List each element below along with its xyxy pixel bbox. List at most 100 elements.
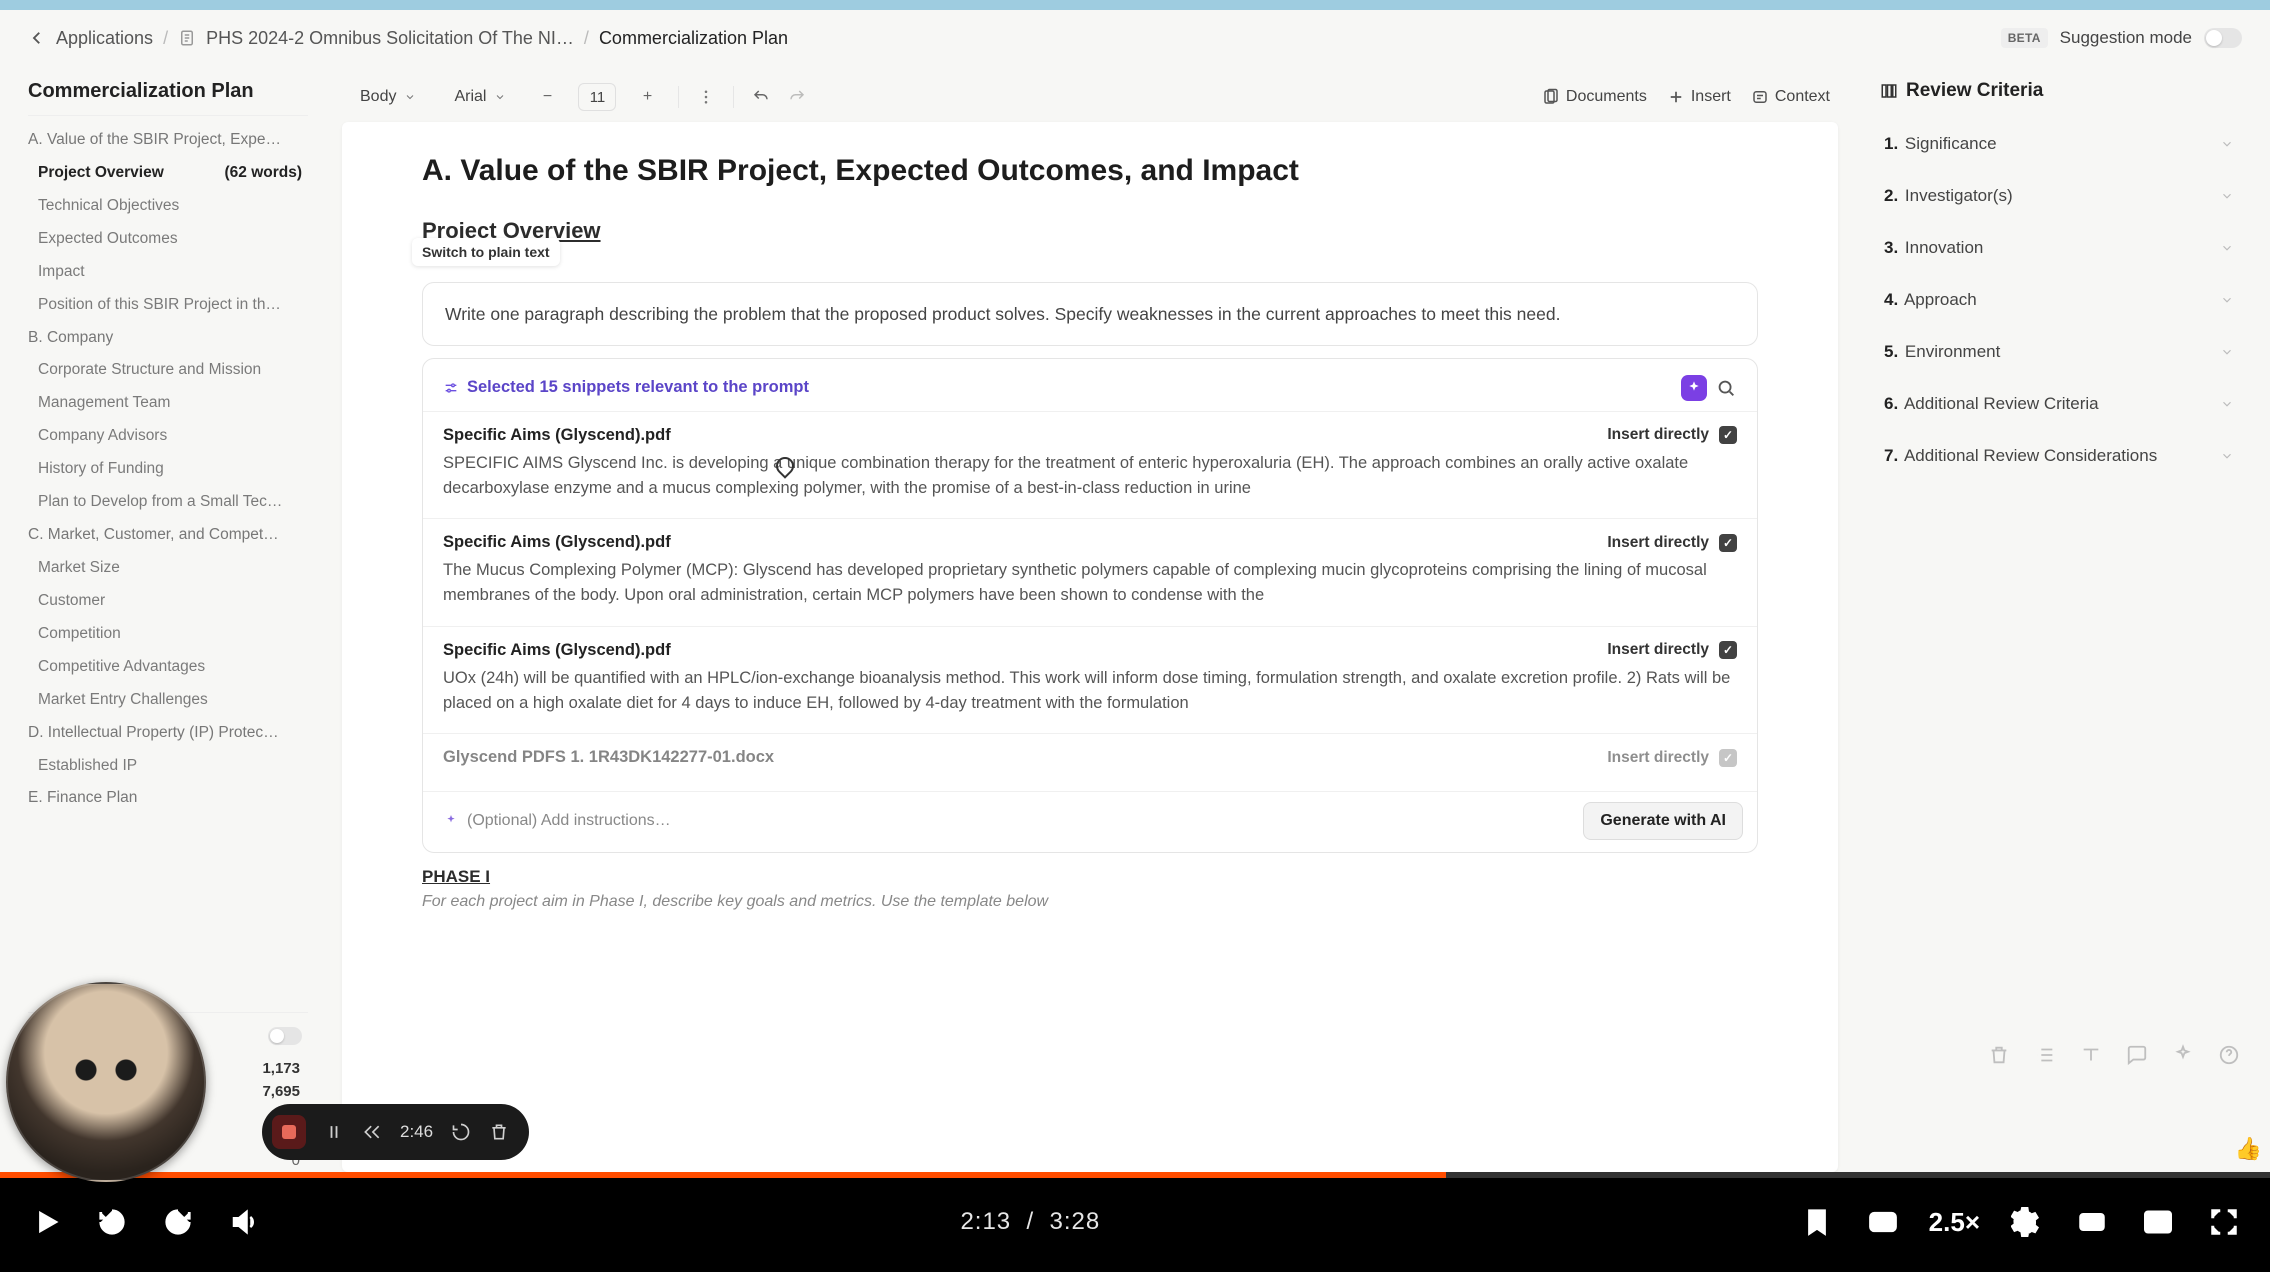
fullscreen-button[interactable] xyxy=(2204,1202,2244,1242)
snippet-filename: Specific Aims (Glyscend).pdf xyxy=(443,426,671,445)
snippet-body: UOx (24h) will be quantified with an HPL… xyxy=(443,666,1737,716)
switch-plain-text-button[interactable]: Switch to plain text xyxy=(412,238,560,266)
breadcrumb-current: Commercialization Plan xyxy=(599,28,788,49)
style-select[interactable]: Body xyxy=(350,84,426,110)
font-select[interactable]: Arial xyxy=(444,84,516,110)
svg-text:CC: CC xyxy=(1874,1218,1890,1230)
insert-directly-label[interactable]: Insert directly xyxy=(1607,426,1709,444)
snippet-checkbox[interactable]: ✓ xyxy=(1719,749,1737,767)
outline-item[interactable]: Market Size xyxy=(28,552,308,585)
faded-bottom-tools xyxy=(1988,1044,2240,1066)
back-icon[interactable] xyxy=(28,29,46,47)
comment-icon[interactable] xyxy=(2126,1044,2148,1066)
recorder-rewind-icon[interactable] xyxy=(362,1122,382,1142)
snippet-body: The Mucus Complexing Polymer (MCP): Glys… xyxy=(443,558,1737,608)
outline-item[interactable]: Established IP xyxy=(28,750,308,783)
settings-button[interactable] xyxy=(2006,1202,2046,1242)
presenter-avatar xyxy=(6,982,206,1182)
breadcrumb-solicitation[interactable]: PHS 2024-2 Omnibus Solicitation Of The N… xyxy=(206,28,574,49)
add-instructions-input[interactable]: (Optional) Add instructions… xyxy=(443,812,671,830)
outline-item[interactable]: A. Value of the SBIR Project, Expe… xyxy=(28,124,308,157)
redo-button[interactable] xyxy=(788,88,806,106)
insert-directly-label[interactable]: Insert directly xyxy=(1607,641,1709,659)
playback-speed[interactable]: 2.5× xyxy=(1929,1207,1980,1238)
thumbs-up-icon[interactable]: 👍 xyxy=(2235,1136,2262,1162)
outline-item[interactable]: Plan to Develop from a Small Tec… xyxy=(28,486,308,519)
recorder-delete-icon[interactable] xyxy=(489,1122,509,1142)
breadcrumb-applications[interactable]: Applications xyxy=(56,28,153,49)
snippet[interactable]: Specific Aims (Glyscend).pdf Insert dire… xyxy=(423,626,1757,734)
columns-icon xyxy=(1880,82,1898,100)
generate-with-ai-button[interactable]: Generate with AI xyxy=(1583,802,1743,840)
theater-button[interactable] xyxy=(2072,1202,2112,1242)
outline-item[interactable]: E. Finance Plan xyxy=(28,782,308,815)
captions-button[interactable]: CC xyxy=(1863,1202,1903,1242)
trash-icon[interactable] xyxy=(1988,1044,2010,1066)
outline-item[interactable]: Management Team xyxy=(28,387,308,420)
insert-directly-label[interactable]: Insert directly xyxy=(1607,534,1709,552)
font-size-input[interactable]: 11 xyxy=(578,83,616,111)
more-menu-icon[interactable] xyxy=(697,88,715,106)
snippet[interactable]: Glyscend PDFS 1. 1R43DK142277-01.docx In… xyxy=(423,733,1757,791)
review-criterion[interactable]: 5. Environment xyxy=(1880,326,2238,378)
outline-item[interactable]: Impact xyxy=(28,256,308,289)
text-icon[interactable] xyxy=(2080,1044,2102,1066)
outline-item[interactable]: C. Market, Customer, and Compet… xyxy=(28,519,308,552)
recorder-restart-icon[interactable] xyxy=(451,1122,471,1142)
list-icon[interactable] xyxy=(2034,1044,2056,1066)
snippet-checkbox[interactable]: ✓ xyxy=(1719,534,1737,552)
review-criterion[interactable]: 3. Innovation xyxy=(1880,222,2238,274)
beta-badge: BETA xyxy=(2001,28,2048,48)
font-size-decrease[interactable]: − xyxy=(534,84,560,110)
snippet-search-icon[interactable] xyxy=(1715,377,1737,399)
context-button[interactable]: Context xyxy=(1751,88,1830,106)
outline-item[interactable]: B. Company xyxy=(28,322,308,355)
prompt-card[interactable]: Write one paragraph describing the probl… xyxy=(422,282,1758,346)
review-criterion[interactable]: 1. Significance xyxy=(1880,118,2238,170)
recorder-pill: 2:46 xyxy=(262,1104,529,1160)
bookmark-button[interactable] xyxy=(1797,1202,1837,1242)
snippet-checkbox[interactable]: ✓ xyxy=(1719,641,1737,659)
snippet[interactable]: Specific Aims (Glyscend).pdf Insert dire… xyxy=(423,411,1757,519)
review-criterion[interactable]: 7. Additional Review Considerations xyxy=(1880,430,2238,482)
svg-text:5: 5 xyxy=(173,1218,179,1230)
sparkle-tool-icon[interactable] xyxy=(2172,1044,2194,1066)
forward-5-button[interactable]: 5 xyxy=(158,1202,198,1242)
recorder-stop-button[interactable] xyxy=(272,1115,306,1149)
outline-item[interactable]: Position of this SBIR Project in th… xyxy=(28,289,308,322)
font-size-increase[interactable]: + xyxy=(634,84,660,110)
review-criterion[interactable]: 4. Approach xyxy=(1880,274,2238,326)
outline-item[interactable]: Competitive Advantages xyxy=(28,651,308,684)
rewind-5-button[interactable]: 5 xyxy=(92,1202,132,1242)
recorder-pause-icon[interactable] xyxy=(324,1122,344,1142)
play-button[interactable] xyxy=(26,1202,66,1242)
review-criterion[interactable]: 2. Investigator(s) xyxy=(1880,170,2238,222)
insert-button[interactable]: Insert xyxy=(1667,88,1731,106)
insert-directly-label[interactable]: Insert directly xyxy=(1607,749,1709,767)
suggestion-mode-toggle[interactable] xyxy=(2204,28,2242,48)
review-criterion[interactable]: 6. Additional Review Criteria xyxy=(1880,378,2238,430)
video-progress-bar[interactable] xyxy=(0,1172,2270,1178)
outline-item[interactable]: D. Intellectual Property (IP) Protec… xyxy=(28,717,308,750)
outline-item[interactable]: Market Entry Challenges xyxy=(28,684,308,717)
outline-item[interactable]: Project Overview(62 words) xyxy=(28,157,308,190)
outline-item[interactable]: History of Funding xyxy=(28,453,308,486)
volume-button[interactable] xyxy=(224,1202,264,1242)
document-icon xyxy=(178,29,196,47)
outline-item[interactable]: Competition xyxy=(28,618,308,651)
documents-button[interactable]: Documents xyxy=(1542,88,1647,106)
snippet-checkbox[interactable]: ✓ xyxy=(1719,426,1737,444)
pip-button[interactable] xyxy=(2138,1202,2178,1242)
recorder-time: 2:46 xyxy=(400,1122,433,1142)
ai-icon[interactable] xyxy=(1681,375,1707,401)
help-icon[interactable] xyxy=(2218,1044,2240,1066)
outline-item[interactable]: Customer xyxy=(28,585,308,618)
undo-button[interactable] xyxy=(752,88,770,106)
outline-item[interactable]: Expected Outcomes xyxy=(28,223,308,256)
outline-item[interactable]: Company Advisors xyxy=(28,420,308,453)
exclude-prompts-toggle[interactable] xyxy=(268,1027,302,1045)
outline-item[interactable]: Corporate Structure and Mission xyxy=(28,354,308,387)
outline-item[interactable]: Technical Objectives xyxy=(28,190,308,223)
chevron-down-icon xyxy=(2220,293,2234,307)
snippet[interactable]: Specific Aims (Glyscend).pdf Insert dire… xyxy=(423,518,1757,626)
